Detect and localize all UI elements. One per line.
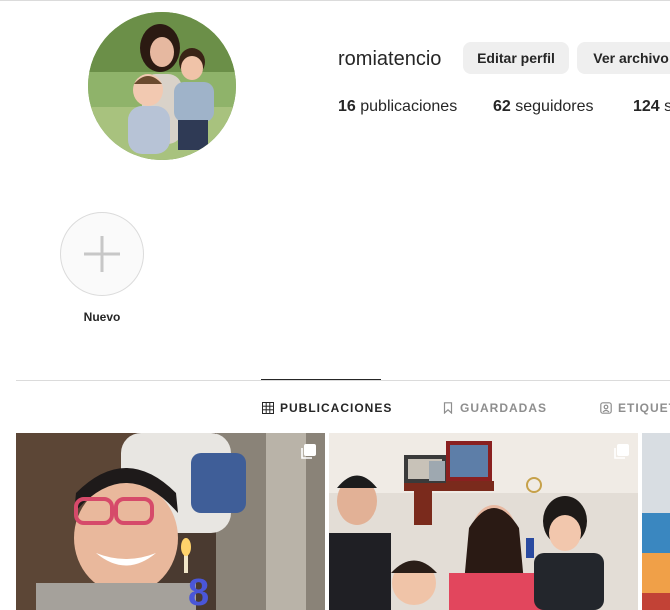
multiple-photos-icon bbox=[614, 444, 629, 459]
posts-count: 16 bbox=[338, 98, 356, 115]
followers-label: seguidores bbox=[515, 98, 594, 115]
post-image: 8 bbox=[16, 433, 325, 610]
tagged-icon bbox=[600, 402, 612, 414]
multiple-photos-icon bbox=[301, 444, 316, 459]
bookmark-icon bbox=[443, 402, 453, 414]
posts-label: publicaciones bbox=[360, 98, 458, 115]
tab-saved-label: GUARDADAS bbox=[460, 401, 547, 415]
grid-icon bbox=[262, 402, 274, 414]
tab-posts[interactable]: PUBLICACIONES bbox=[262, 400, 392, 416]
following-stat[interactable]: 124 se bbox=[633, 98, 670, 116]
posts-stat: 16 publicaciones bbox=[338, 98, 457, 116]
tab-tagged-label: ETIQUET bbox=[618, 401, 670, 415]
post-thumbnail[interactable]: 8 bbox=[16, 433, 325, 610]
post-thumbnail[interactable] bbox=[642, 433, 670, 610]
post-image bbox=[642, 433, 670, 610]
followers-stat[interactable]: 62 seguidores bbox=[493, 98, 594, 116]
new-highlight-label: Nuevo bbox=[83, 310, 121, 324]
plus-icon bbox=[84, 236, 120, 272]
active-tab-indicator bbox=[261, 379, 381, 380]
tabs-divider bbox=[16, 380, 670, 381]
post-image bbox=[329, 433, 638, 610]
edit-profile-button[interactable]: Editar perfil bbox=[463, 42, 569, 74]
view-archive-button[interactable]: Ver archivo bbox=[577, 42, 670, 74]
svg-text:8: 8 bbox=[188, 572, 209, 610]
following-count: 124 bbox=[633, 98, 660, 115]
followers-count: 62 bbox=[493, 98, 511, 115]
post-thumbnail[interactable] bbox=[329, 433, 638, 610]
tab-posts-label: PUBLICACIONES bbox=[280, 401, 393, 415]
tab-tagged[interactable]: ETIQUET bbox=[600, 400, 670, 416]
following-label: se bbox=[664, 98, 670, 115]
top-border bbox=[0, 0, 670, 1]
profile-avatar[interactable] bbox=[88, 12, 236, 160]
new-highlight-button[interactable] bbox=[60, 212, 144, 296]
profile-username: romiatencio bbox=[338, 48, 442, 70]
tab-saved[interactable]: GUARDADAS bbox=[442, 400, 547, 416]
avatar-photo bbox=[88, 12, 236, 160]
